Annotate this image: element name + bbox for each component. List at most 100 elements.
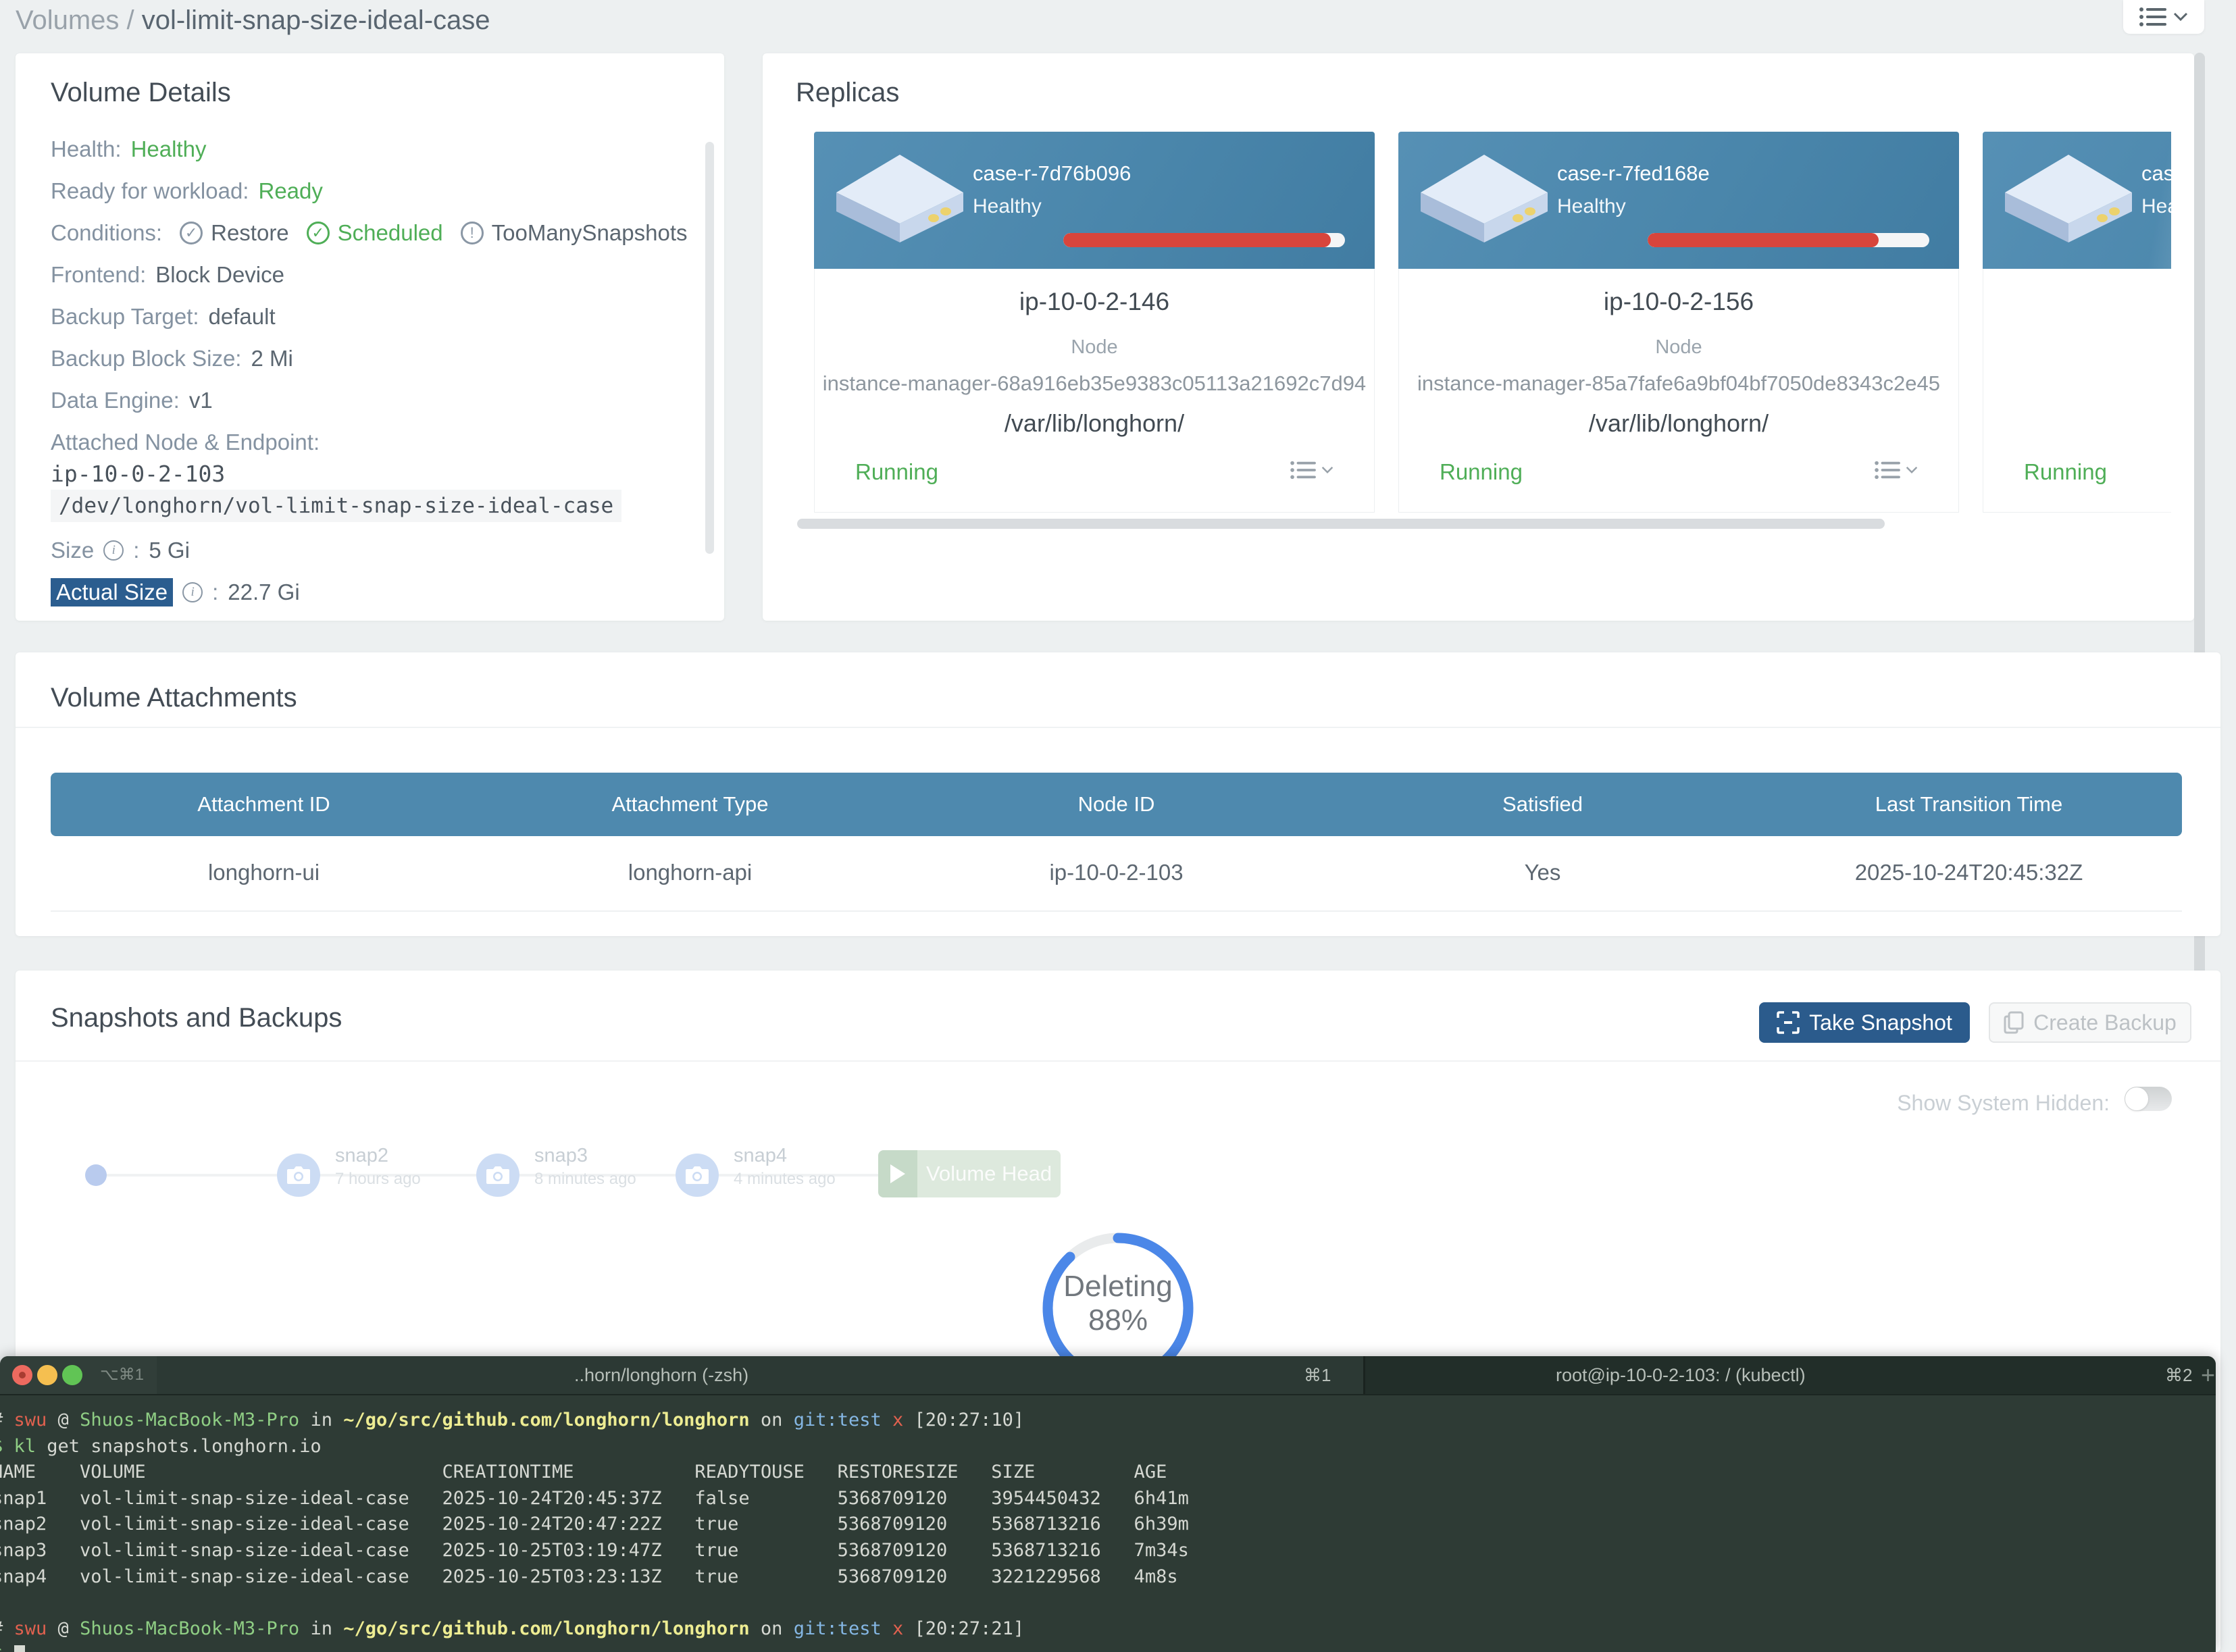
replica-node-ip: ip-10-0-2-146 [815, 288, 1374, 316]
replica-instance-manager: instance-manager-68a916eb35e9383c05113a2… [815, 371, 1374, 396]
list-icon [1290, 459, 1317, 481]
attached-endpoint-value: /dev/longhorn/vol-limit-snap-size-ideal-… [51, 491, 621, 521]
volume-details-title: Volume Details [51, 78, 231, 108]
replicas-viewport: case-r-7d76b096 Healthy ip-10-0-2-146 No… [796, 53, 2171, 567]
condition-scheduled: ✓ Scheduled [307, 220, 443, 246]
create-backup-button[interactable]: Create Backup [1989, 1002, 2191, 1043]
replica-card: case- Heal instance-manager-7 / Running [1983, 132, 2171, 513]
condition-restore: ✓ Restore [180, 220, 289, 246]
window-controls: ⌥⌘1 [0, 1356, 157, 1394]
check-circle-icon: ✓ [307, 222, 330, 244]
column-header-last-transition: Last Transition Time [1756, 773, 2182, 836]
show-system-hidden-label: Show System Hidden: [1704, 1091, 2110, 1116]
volume-head-button[interactable]: Volume Head [878, 1150, 1061, 1197]
close-button[interactable] [12, 1365, 32, 1385]
snapshot-age: 4 minutes ago [734, 1170, 836, 1189]
camera-icon [486, 1165, 510, 1185]
snapshot-node[interactable] [676, 1154, 719, 1197]
new-tab-button[interactable]: + [2201, 1356, 2215, 1394]
snapshot-age: 8 minutes ago [534, 1170, 636, 1189]
column-header-node-id: Node ID [903, 773, 1329, 836]
deleting-label: Deleting [1040, 1270, 1196, 1303]
list-icon [2139, 5, 2168, 28]
breadcrumb-separator: / [127, 5, 134, 35]
replica-health: Heal [2141, 195, 2171, 218]
actual-size-label-selected: Actual Size [51, 578, 173, 606]
terminal-tab-2[interactable]: root@ip-10-0-2-103: / (kubectl) ⌘2 + [1365, 1356, 2216, 1394]
size-field: Size i : 5 Gi [51, 536, 190, 565]
exclamation-circle-icon: ! [461, 222, 484, 244]
toggle-knob [2125, 1087, 2148, 1110]
health-value: Healthy [131, 136, 207, 162]
replica-node-ip: ip-10-0-2-156 [1399, 288, 1958, 316]
chevron-down-icon [2173, 12, 2188, 22]
backup-icon [2004, 1011, 2024, 1034]
snapshot-name: snap2 [335, 1145, 388, 1167]
terminal-tab-bar: ⌥⌘1 ..horn/longhorn (-zsh) ⌘1 root@ip-10… [0, 1356, 2216, 1395]
chevron-down-icon [1321, 466, 1333, 474]
zoom-button[interactable] [62, 1365, 82, 1385]
replica-name: case-r-7d76b096 [973, 161, 1131, 186]
terminal-output: # swu @ Shuos-MacBook-M3-Pro in ~/go/src… [0, 1408, 1189, 1652]
actual-size-field: Actual Size i : 22.7 Gi [51, 577, 300, 607]
replica-status: Running [855, 459, 938, 485]
take-snapshot-button[interactable]: Take Snapshot [1759, 1002, 1970, 1043]
info-icon[interactable]: i [182, 582, 203, 602]
volume-details-card: Volume Details Health: Healthy Ready for… [16, 53, 724, 621]
backup-block-size-field: Backup Block Size: 2 Mi [51, 344, 293, 373]
timeline-origin-dot[interactable] [85, 1164, 107, 1186]
replica-node-label: Node [1399, 336, 1958, 359]
ready-value: Ready [258, 178, 322, 204]
replica-instance-manager: instance-manager-7 [1983, 371, 2171, 396]
replica-header: case-r-7fed168e Healthy [1398, 132, 1959, 269]
snapshot-name: snap3 [534, 1145, 588, 1167]
terminal-tab-1[interactable]: ..horn/longhorn (-zsh) [574, 1356, 748, 1394]
camera-icon [685, 1165, 709, 1185]
list-icon [1875, 459, 1902, 481]
tab1-shortcut: ⌘1 [1304, 1356, 1331, 1394]
snapshot-node[interactable] [476, 1154, 519, 1197]
replica-card: case-r-7d76b096 Healthy ip-10-0-2-146 No… [814, 132, 1375, 513]
replicas-horizontal-scrollbar[interactable] [797, 519, 1885, 529]
data-engine-field: Data Engine: v1 [51, 386, 213, 415]
terminal-content[interactable]: # swu @ Shuos-MacBook-M3-Pro in ~/go/src… [0, 1395, 2216, 1652]
breadcrumb-volumes-link[interactable]: Volumes [16, 5, 119, 35]
longhorn-volume-detail-page: Volumes / vol-limit-snap-size-ideal-case… [0, 0, 2236, 1652]
replica-data-path: /var/lib/longhorn/ [815, 409, 1374, 438]
unsaved-dot-icon [19, 1372, 26, 1378]
attached-node-label: Attached Node & Endpoint: [51, 428, 320, 457]
volume-details-scrollbar[interactable] [705, 142, 714, 554]
minimize-button[interactable] [37, 1365, 57, 1385]
terminal-cursor [14, 1645, 25, 1652]
window-shortcut: ⌥⌘1 [100, 1356, 144, 1394]
replica-health: Healthy [973, 195, 1042, 218]
column-header-satisfied: Satisfied [1329, 773, 1756, 836]
disk-icon [2001, 151, 2136, 245]
replica-card: case-r-7fed168e Healthy ip-10-0-2-156 No… [1398, 132, 1959, 513]
column-header-attachment-type: Attachment Type [477, 773, 903, 836]
replica-name: case- [2141, 161, 2171, 186]
disk-icon [1417, 151, 1552, 245]
page-actions-menu-button[interactable] [2123, 0, 2204, 34]
replica-menu-button[interactable] [1290, 459, 1333, 481]
divider [16, 727, 2220, 728]
cell-satisfied: Yes [1329, 836, 1756, 910]
replicas-card: Replicas case-r-7d76b096 Healthy [763, 53, 2194, 621]
deleting-percent: 88% [1040, 1303, 1196, 1337]
camera-icon [286, 1165, 311, 1185]
replica-node-label: Node [815, 336, 1374, 359]
info-icon[interactable]: i [103, 540, 124, 561]
show-system-hidden-toggle[interactable] [2125, 1087, 2172, 1111]
replica-menu-button[interactable] [1875, 459, 1918, 481]
volume-attachments-card: Volume Attachments Attachment ID Attachm… [16, 652, 2220, 936]
snapshot-node[interactable] [277, 1154, 320, 1197]
frontend-field: Frontend: Block Device [51, 260, 284, 290]
replica-instance-manager: instance-manager-85a7fafe6a9bf04bf7050de… [1399, 371, 1958, 396]
replica-data-path: / [1983, 409, 2171, 438]
replica-usage-bar [1063, 233, 1345, 247]
condition-toomanysnapshots: ! TooManySnapshots [461, 220, 688, 246]
replica-body: instance-manager-7 / Running [1983, 269, 2171, 513]
volume-attachments-title: Volume Attachments [51, 683, 297, 713]
cell-last-transition: 2025-10-24T20:45:32Z [1756, 836, 2182, 910]
backup-target-field: Backup Target: default [51, 302, 276, 332]
